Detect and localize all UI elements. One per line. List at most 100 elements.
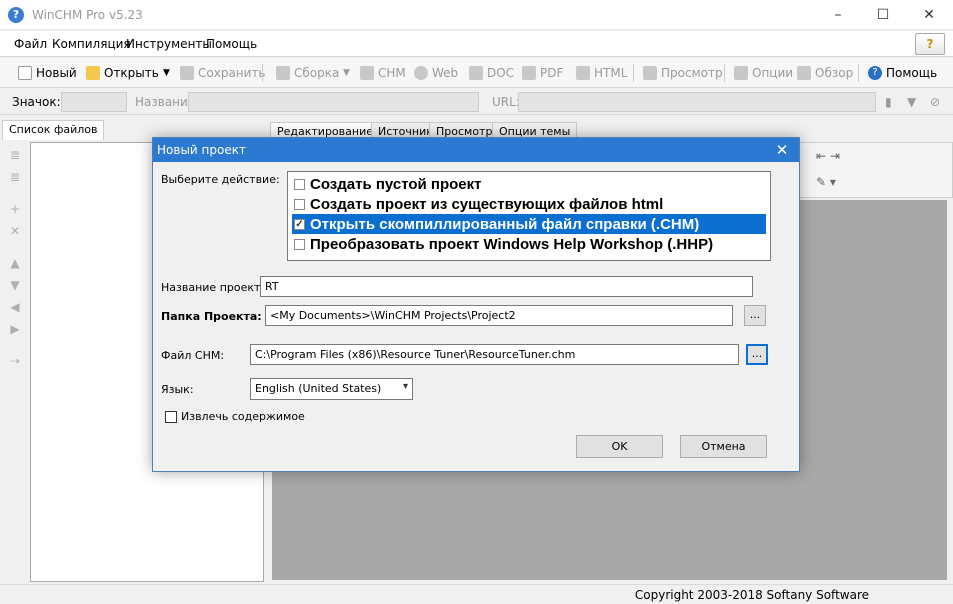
- url-label: URL:: [492, 95, 520, 109]
- move-up-icon[interactable]: ▲: [8, 256, 22, 270]
- globe-icon: [414, 66, 428, 80]
- toolbar-divider: [262, 64, 263, 82]
- chm-file-label: Файл CHM:: [161, 349, 225, 362]
- cancel-button[interactable]: Отмена: [680, 435, 767, 458]
- action-checkbox[interactable]: [294, 198, 305, 210]
- save-button[interactable]: Сохранить: [180, 63, 266, 83]
- ok-button[interactable]: OK: [576, 435, 663, 458]
- action-checkbox[interactable]: [294, 238, 305, 250]
- html-icon: [576, 66, 590, 80]
- action-label: Открыть скомпиллированный файл справки (…: [310, 215, 700, 233]
- pdf-button[interactable]: PDF: [522, 63, 563, 83]
- help-button-label: Помощь: [886, 66, 938, 80]
- move-right-icon[interactable]: ▶: [8, 322, 22, 336]
- tree-view-icon[interactable]: ≣: [8, 148, 22, 162]
- chm-file-browse-button[interactable]: ...: [746, 344, 768, 365]
- pdf-button-label: PDF: [540, 66, 564, 80]
- choose-action-label: Выберите действие:: [161, 173, 280, 186]
- dialog-close-icon[interactable]: ✕: [765, 138, 799, 162]
- open-button[interactable]: Открыть: [86, 63, 159, 83]
- status-bar: Copyright 2003-2018 Softany Software: [0, 584, 953, 604]
- action-create-empty[interactable]: Создать пустой проект: [292, 174, 766, 194]
- help-button[interactable]: ? Помощь: [868, 63, 937, 83]
- extract-label: Извлечь содержимое: [181, 410, 305, 423]
- action-checkbox[interactable]: [294, 178, 305, 190]
- action-checkbox-checked[interactable]: ✓: [294, 218, 305, 230]
- bookmark-icon[interactable]: ▼: [907, 95, 916, 109]
- toolbar-divider: [858, 64, 859, 82]
- chm-button-label: CHM: [378, 66, 406, 80]
- open-dropdown-icon[interactable]: ▼: [163, 63, 170, 83]
- tab-file-list[interactable]: Список файлов: [2, 120, 105, 140]
- extract-checkbox[interactable]: [165, 410, 177, 423]
- language-select[interactable]: English (United States) ▾: [250, 378, 413, 400]
- dialog-title: Новый проект: [157, 143, 246, 157]
- browse-button[interactable]: Обзор: [797, 63, 853, 83]
- open-button-label: Открыть: [104, 66, 159, 80]
- properties-bar: Значок: Название: URL: ▮ ▼ ⊘: [0, 89, 953, 115]
- options-button-label: Опции: [752, 66, 794, 80]
- new-button[interactable]: Новый: [18, 63, 77, 83]
- link-icon[interactable]: ⇢: [8, 354, 22, 368]
- title-bar: ? WinCHM Pro v5.23 – ☐ ✕: [0, 0, 953, 30]
- chm-file-input[interactable]: C:\Program Files (x86)\Resource Tuner\Re…: [250, 344, 739, 365]
- build-icon: [276, 66, 290, 80]
- doc-button-label: DOC: [487, 66, 515, 80]
- add-icon[interactable]: +: [8, 202, 22, 216]
- minimize-button[interactable]: –: [815, 0, 861, 30]
- build-button[interactable]: Сборка: [276, 63, 339, 83]
- preview-button-label: Просмотр: [661, 66, 723, 80]
- move-down-icon[interactable]: ▼: [8, 278, 22, 292]
- html-button[interactable]: HTML: [576, 63, 627, 83]
- url-input[interactable]: [518, 92, 876, 112]
- file-list-tools: ≣ ≣ + ✕ ▲ ▼ ◀ ▶ ⇢: [4, 144, 28, 584]
- copyright-text: Copyright 2003-2018 Softany Software: [634, 588, 869, 602]
- delete-icon[interactable]: ✕: [8, 224, 22, 238]
- action-convert-hhp[interactable]: Преобразовать проект Windows Help Worksh…: [292, 234, 766, 254]
- indent-icon[interactable]: ⇤ ⇥: [816, 149, 840, 163]
- project-folder-input[interactable]: <My Documents>\WinCHM Projects\Project2: [265, 305, 733, 326]
- action-open-chm[interactable]: ✓ Открыть скомпиллированный файл справки…: [292, 214, 766, 234]
- new-project-dialog: Новый проект ✕ Выберите действие: Создат…: [152, 137, 800, 472]
- action-label: Создать пустой проект: [310, 175, 482, 193]
- language-label: Язык:: [161, 383, 194, 396]
- move-left-icon[interactable]: ◀: [8, 300, 22, 314]
- pdf-icon: [522, 66, 536, 80]
- toolbar-divider: [724, 64, 725, 82]
- menu-compile[interactable]: Компиляция: [52, 37, 131, 51]
- main-toolbar: Новый Открыть ▼ Сохранить Сборка ▼ CHM W…: [0, 58, 953, 88]
- disable-icon[interactable]: ⊘: [930, 95, 940, 109]
- tree-add-icon[interactable]: ≣: [8, 170, 22, 184]
- new-file-icon: [18, 66, 32, 80]
- close-button[interactable]: ✕: [906, 0, 952, 30]
- chm-button[interactable]: CHM: [360, 63, 406, 83]
- help-circle-icon: ?: [868, 66, 882, 80]
- help-icon[interactable]: ?: [915, 33, 945, 55]
- save-icon: [180, 66, 194, 80]
- app-icon: ?: [8, 7, 24, 23]
- maximize-button[interactable]: ☐: [860, 0, 906, 30]
- web-button-label: Web: [432, 66, 459, 80]
- action-label: Создать проект из существующих файлов ht…: [310, 195, 664, 213]
- build-dropdown-icon[interactable]: ▼: [343, 63, 350, 83]
- icon-label: Значок:: [12, 95, 61, 109]
- menu-file[interactable]: Файл: [14, 37, 47, 51]
- web-button[interactable]: Web: [414, 63, 458, 83]
- folder-open-icon: [86, 66, 100, 80]
- project-folder-browse-button[interactable]: ...: [744, 305, 766, 326]
- action-label: Преобразовать проект Windows Help Worksh…: [310, 235, 714, 253]
- page-icon[interactable]: ▮: [885, 95, 892, 109]
- extract-content-option[interactable]: Извлечь содержимое: [165, 410, 305, 423]
- menu-bar: Файл Компиляция Инструменты Помощь ?: [0, 31, 953, 57]
- doc-button[interactable]: DOC: [469, 63, 514, 83]
- menu-tools[interactable]: Инструменты: [126, 37, 212, 51]
- options-button[interactable]: Опции: [734, 63, 793, 83]
- action-create-from-html[interactable]: Создать проект из существующих файлов ht…: [292, 194, 766, 214]
- name-input[interactable]: [188, 92, 479, 112]
- icon-select[interactable]: [61, 92, 127, 112]
- project-name-input[interactable]: RT: [260, 276, 753, 297]
- highlight-icon[interactable]: ✎ ▾: [816, 175, 836, 189]
- menu-help[interactable]: Помощь: [206, 37, 257, 51]
- options-icon: [734, 66, 748, 80]
- preview-button[interactable]: Просмотр: [643, 63, 723, 83]
